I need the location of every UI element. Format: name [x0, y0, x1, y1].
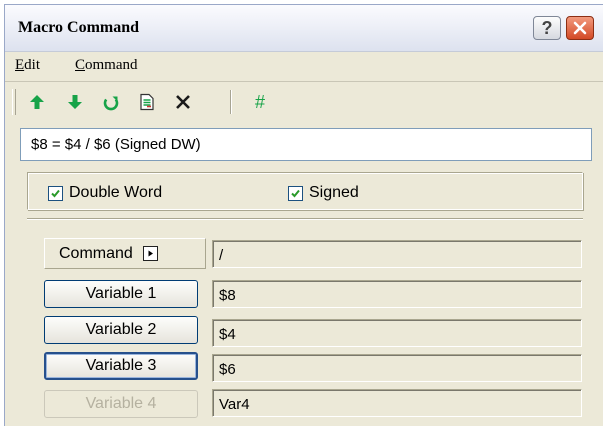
checkmark-icon	[51, 189, 60, 197]
hash-icon: #	[254, 91, 265, 112]
toolbar: #	[5, 81, 603, 122]
window-title: Macro Command	[18, 19, 140, 36]
signed-checkbox[interactable]: Signed	[288, 184, 359, 202]
variable-4-button: Variable 4	[44, 390, 198, 418]
signed-label: Signed	[309, 184, 359, 201]
menu-command[interactable]: Command	[75, 57, 138, 74]
menu-bar: Edit Command	[5, 52, 603, 80]
help-icon: ?	[541, 17, 553, 38]
toolbar-separator	[230, 90, 232, 114]
signed-check-indicator	[288, 185, 303, 201]
macro-command-dialog: Macro Command ? Edit Command # $8 = $4 /…	[4, 4, 603, 426]
variable-3-field[interactable]: $6	[212, 354, 582, 382]
variable-1-field[interactable]: $8	[212, 280, 582, 308]
double-word-checkbox[interactable]: Double Word	[48, 184, 162, 202]
toolbar-grip[interactable]	[12, 89, 16, 115]
triangle-right-icon	[148, 250, 153, 257]
command-arrow-box	[142, 246, 158, 261]
help-button[interactable]: ?	[533, 16, 561, 40]
options-group: Double Word Signed	[27, 172, 583, 210]
move-down-button[interactable]	[64, 91, 86, 113]
delete-icon	[176, 95, 190, 109]
menu-edit-mnemonic: E	[15, 57, 25, 73]
arrow-up-icon	[30, 95, 44, 109]
delete-button[interactable]	[172, 91, 194, 113]
refresh-button[interactable]	[100, 91, 122, 113]
menu-command-mnemonic: C	[75, 57, 86, 73]
menu-command-label: ommand	[85, 57, 138, 73]
close-button[interactable]	[566, 16, 594, 40]
document-button[interactable]	[136, 91, 158, 113]
variable-2-field[interactable]: $4	[212, 319, 582, 347]
variable-2-button[interactable]: Variable 2	[44, 316, 198, 344]
command-button[interactable]: Command	[44, 238, 206, 269]
double-word-check-indicator	[48, 185, 63, 201]
expression-field[interactable]: $8 = $4 / $6 (Signed DW)	[20, 128, 592, 161]
menu-edit[interactable]: Edit	[15, 57, 40, 74]
menu-edit-label: dit	[24, 57, 41, 73]
arrow-down-icon	[68, 95, 82, 109]
command-value-field[interactable]: /	[212, 240, 582, 268]
hash-button[interactable]: #	[249, 91, 271, 113]
checkmark-icon	[291, 189, 300, 197]
command-label: Command	[59, 244, 133, 262]
variable-1-button[interactable]: Variable 1	[44, 280, 198, 308]
variable-4-field[interactable]: Var4	[212, 389, 582, 417]
move-up-button[interactable]	[26, 91, 48, 113]
variable-3-button[interactable]: Variable 3	[44, 352, 198, 380]
document-icon	[140, 93, 154, 111]
double-word-label: Double Word	[69, 184, 163, 201]
refresh-icon	[103, 96, 119, 111]
close-icon	[573, 21, 587, 35]
title-bar: Macro Command ?	[5, 5, 603, 52]
divider	[27, 218, 583, 220]
